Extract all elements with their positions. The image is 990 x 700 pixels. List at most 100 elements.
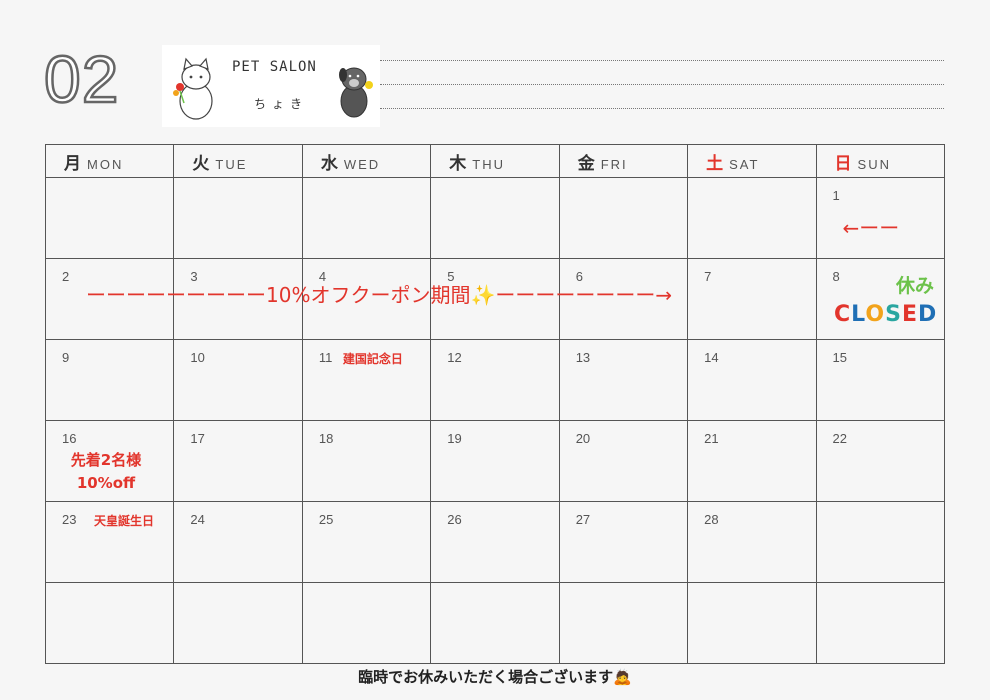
weekday-kanji: 月 [64,153,81,174]
arrow-to-day-1: ←ーー [842,216,900,240]
day-number: 14 [704,350,719,365]
day-cell [815,501,946,583]
day-cell [687,582,817,664]
day-cell [301,582,432,664]
day-number: 9 [62,350,70,365]
closed-letter: E [901,302,918,327]
coupon-period-banner: ーーーーーーーーー10%オフクーポン期間✨ーーーーーーーー→ [86,283,673,307]
weekday-kanji: 土 [706,153,724,174]
logo-title: PET SALON [232,59,317,75]
day-number: 1 [832,188,840,203]
day-cell: 12 [430,339,560,421]
weekday-en: SUN [857,156,891,172]
weekday-header-wed: 水 WED [301,144,432,178]
day-number: 19 [447,431,462,446]
week-row: 16 先着2名様 10%off 17 18 19 20 21 22 [44,420,946,502]
weekday-kanji: 木 [449,153,467,174]
day-number: 21 [704,431,719,446]
first-come-promo: 先着2名様 10%off [56,449,156,494]
day-cell: 23 天皇誕生日 [44,501,175,583]
salon-logo: PET SALON ちょき [162,45,380,127]
day-number: 8 [832,269,840,284]
day-number: 12 [447,350,462,365]
weekday-kanji: 火 [192,153,210,174]
cat-illustration-icon [173,57,213,120]
promo-line: 10%off [76,473,136,492]
day-cell [430,177,560,259]
logo-subtitle: ちょき [254,97,309,111]
day-number: 18 [318,431,334,446]
memo-line [380,60,944,61]
weekday-header-mon: 月 MON [44,144,175,178]
memo-line [380,84,944,85]
day-cell: 19 [430,420,560,502]
day-cell: 13 [558,339,689,421]
day-cell: 22 [815,420,946,502]
day-number: 28 [704,512,719,527]
week-row: 9 10 11 建国記念日 12 13 14 15 [44,339,946,421]
day-cell: 16 先着2名様 10%off [44,420,175,502]
day-cell: 15 [815,339,946,421]
footer-note: 臨時でお休みいただく場合ございます🙇 [358,668,632,686]
weekday-header-thu: 木 THU [430,144,560,178]
day-cell: 24 [173,501,303,583]
weekday-en: TUE [215,156,248,172]
holiday-label: 天皇誕生日 [94,514,155,528]
weekday-en: WED [343,156,381,172]
closed-letter: C [834,302,852,327]
day-number: 25 [318,512,334,527]
day-cell [687,177,817,259]
day-number: 15 [832,350,847,365]
day-cell [430,582,560,664]
closed-letter: L [851,302,866,327]
day-cell [558,177,689,259]
closed-letter: O [865,302,886,327]
day-cell [301,177,432,259]
day-cell: 21 [687,420,817,502]
day-cell: 28 [687,501,817,583]
weekday-en: SAT [729,156,760,172]
day-cell: 20 [558,420,689,502]
weekday-kanji: 金 [577,153,595,174]
day-cell: 27 [558,501,689,583]
holiday-label: 建国記念日 [342,352,403,366]
weekday-en: FRI [600,156,628,172]
day-cell: 14 [687,339,817,421]
day-number: 11 [318,350,333,365]
day-number: 16 [62,431,77,446]
week-row [44,582,946,664]
day-cell [558,582,689,664]
day-number: 20 [575,431,591,446]
day-cell: 9 [44,339,175,421]
weekday-header-fri: 金 FRI [558,144,689,178]
day-number: 7 [704,269,712,284]
month-number: 02 [43,42,120,116]
day-number: 27 [575,512,591,527]
day-number: 10 [190,350,205,365]
day-cell [173,582,303,664]
promo-line: 先着2名様 [70,451,142,469]
calendar-grid: 月 MON 火 TUE 水 WED 木 THU 金 FRI 土 SAT 日 SUN 1 ←ーー 2… [44,144,946,664]
day-cell: 11 建国記念日 [301,339,432,421]
closed-letter: S [885,302,902,327]
day-cell: 26 [430,501,560,583]
day-cell: 10 [173,339,303,421]
weekday-header-sat: 土 SAT [687,144,817,178]
day-number: 13 [575,350,591,365]
weekday-kanji: 水 [320,153,338,174]
weekday-kanji: 日 [834,153,852,174]
closed-sign: CLOSED [834,302,937,327]
dog-illustration-icon [339,67,373,118]
closed-day-label: 休み [896,275,935,297]
day-number: 17 [190,431,205,446]
day-cell: 17 [173,420,303,502]
day-number: 22 [832,431,847,446]
memo-line [380,108,944,109]
day-number: 24 [190,512,205,527]
day-cell: 25 [301,501,432,583]
day-cell [44,582,175,664]
day-cell: 1 ←ーー [815,177,946,259]
day-cell [815,582,946,664]
day-cell: 18 [301,420,432,502]
week-row: 1 ←ーー [44,177,946,259]
